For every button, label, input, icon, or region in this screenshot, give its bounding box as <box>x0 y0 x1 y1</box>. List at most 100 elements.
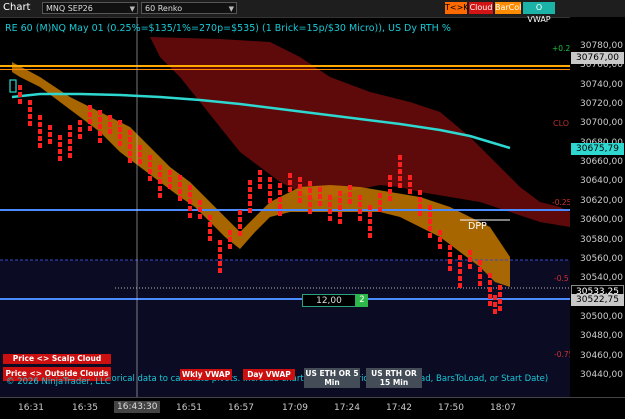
cloud-toggle-button[interactable]: Cloud <box>469 2 493 14</box>
renko-brick <box>338 205 342 210</box>
renko-brick <box>58 156 62 161</box>
renko-brick <box>138 159 142 164</box>
pivot-line-orange <box>0 65 570 67</box>
renko-brick <box>428 226 432 231</box>
renko-brick <box>358 216 362 221</box>
renko-brick <box>218 247 222 252</box>
renko-brick <box>248 180 252 185</box>
barcol-toggle-button[interactable]: BarCol <box>495 2 521 14</box>
renko-brick <box>228 237 232 242</box>
renko-brick <box>388 189 392 194</box>
renko-brick <box>38 129 42 134</box>
renko-brick <box>68 153 72 158</box>
renko-brick <box>128 144 132 149</box>
renko-brick <box>178 196 182 201</box>
time-label: 16:31 <box>18 403 44 413</box>
renko-brick <box>378 200 382 205</box>
scalp-cloud-button[interactable]: Price <> Scalp Cloud <box>3 354 111 364</box>
instrument-selector[interactable]: MNQ SEP26 ▼ <box>42 2 138 14</box>
renko-brick <box>458 255 462 260</box>
renko-brick <box>208 215 212 220</box>
chevron-down-icon: ▼ <box>228 5 234 13</box>
renko-brick <box>168 177 172 182</box>
vwap-toggle-button[interactable]: O VWAP <box>523 2 555 24</box>
time-axis[interactable]: 16:31 16:35 16:43:30 16:51 16:57 17:09 1… <box>0 397 625 419</box>
renko-brick <box>493 302 497 307</box>
renko-brick <box>328 195 332 200</box>
renko-brick <box>488 294 492 299</box>
renko-brick <box>78 134 82 139</box>
renko-brick <box>208 222 212 227</box>
renko-brick <box>418 190 422 195</box>
renko-brick <box>378 193 382 198</box>
time-label: 17:50 <box>438 403 464 413</box>
renko-brick <box>348 192 352 197</box>
us-rth-or-button[interactable]: US RTH OR 15 Min <box>366 368 422 388</box>
renko-brick <box>448 266 452 271</box>
renko-brick <box>158 186 162 191</box>
renko-brick <box>118 127 122 132</box>
price-label: 30620,00 <box>580 195 623 206</box>
renko-brick <box>158 165 162 170</box>
time-label: 16:35 <box>72 403 98 413</box>
renko-brick <box>188 206 192 211</box>
renko-brick <box>488 287 492 292</box>
renko-brick <box>278 190 282 195</box>
renko-brick <box>368 233 372 238</box>
price-tag-vwap: 30675,79 <box>571 143 624 155</box>
renko-brick <box>308 202 312 207</box>
renko-brick <box>288 187 292 192</box>
renko-brick <box>218 254 222 259</box>
renko-brick <box>48 139 52 144</box>
renko-brick <box>428 205 432 210</box>
renko-brick <box>488 273 492 278</box>
day-vwap-button[interactable]: Day VWAP <box>243 369 295 380</box>
level-label-minus05: -0.5 <box>554 274 569 283</box>
price-axis[interactable]: 30780,00 30760,00 30740,00 30720,00 30700,00… <box>570 17 625 397</box>
renko-brick <box>448 259 452 264</box>
blue-level-line <box>0 209 570 211</box>
renko-brick <box>138 152 142 157</box>
vwap-start-marker <box>9 79 17 93</box>
tk-toggle-button[interactable]: T<>K <box>445 2 469 14</box>
price-chart-canvas[interactable] <box>0 17 570 397</box>
renko-brick <box>148 162 152 167</box>
renko-brick <box>498 299 502 304</box>
renko-brick <box>498 285 502 290</box>
renko-brick <box>238 217 242 222</box>
chart-title: Chart <box>3 2 31 13</box>
renko-brick <box>408 189 412 194</box>
indicator-info-line: RE 60 (M)NQ May 01 (0.25%=$135/1%=270p=$… <box>5 23 451 34</box>
time-label: 17:09 <box>282 403 308 413</box>
renko-brick <box>178 175 182 180</box>
price-label: 30480,00 <box>580 331 623 342</box>
renko-brick <box>168 184 172 189</box>
renko-brick <box>238 210 242 215</box>
renko-brick <box>188 199 192 204</box>
price-label: 30500,00 <box>580 311 623 322</box>
renko-brick <box>208 236 212 241</box>
renko-brick <box>78 127 82 132</box>
renko-brick <box>58 149 62 154</box>
renko-brick <box>338 212 342 217</box>
renko-brick <box>188 213 192 218</box>
bar-type-selector[interactable]: 60 Renko ▼ <box>141 2 237 14</box>
price-label: 30740,00 <box>580 79 623 90</box>
renko-brick <box>398 169 402 174</box>
wkly-vwap-button[interactable]: Wkly VWAP <box>180 369 232 380</box>
renko-brick <box>188 192 192 197</box>
renko-brick <box>298 198 302 203</box>
renko-brick <box>493 295 497 300</box>
renko-brick <box>68 139 72 144</box>
renko-brick <box>338 198 342 203</box>
renko-brick <box>408 182 412 187</box>
renko-brick <box>38 115 42 120</box>
renko-brick <box>268 198 272 203</box>
renko-brick <box>28 121 32 126</box>
renko-brick <box>448 252 452 257</box>
renko-brick <box>148 176 152 181</box>
renko-brick <box>368 212 372 217</box>
renko-brick <box>308 195 312 200</box>
us-eth-or-button[interactable]: US ETH OR 5 Min <box>304 368 360 388</box>
renko-brick <box>218 268 222 273</box>
